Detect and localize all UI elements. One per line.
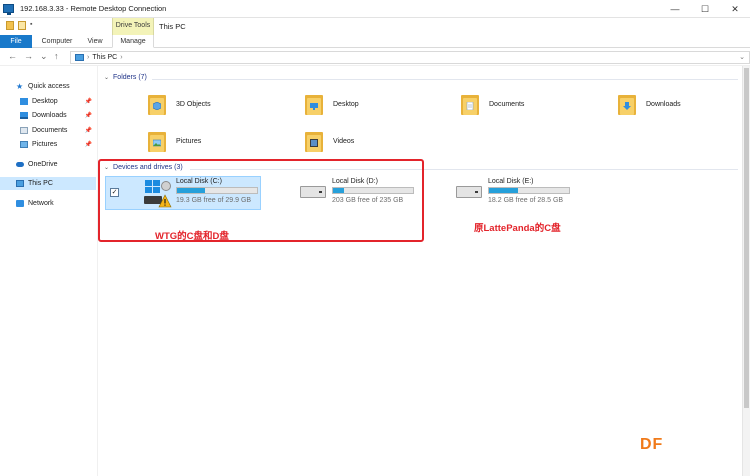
sidebar-item-label: This PC (28, 180, 53, 187)
drive-label: Local Disk (E:) (488, 178, 534, 185)
recent-locations-button[interactable]: ⌄ (40, 51, 48, 62)
address-dropdown-icon[interactable]: ⌄ (739, 53, 745, 61)
quick-access-toolbar: ▪ (6, 21, 36, 30)
pin-icon[interactable]: 📌 (85, 98, 92, 105)
computer-icon (16, 180, 24, 187)
sidebar-item-label: Documents (32, 127, 68, 134)
ribbon-tab-bar: File Computer View Manage (0, 35, 750, 48)
hard-drive-icon (456, 186, 482, 198)
sidebar-item-label: Downloads (32, 112, 67, 119)
sidebar-item-pictures[interactable]: Pictures 📌 (0, 138, 96, 151)
sidebar-item-this-pc[interactable]: This PC (0, 177, 96, 190)
pictures-folder-icon (148, 130, 166, 152)
sidebar-item-onedrive[interactable]: OneDrive (0, 158, 96, 171)
explorer-title-bar: ▪ Drive Tools This PC (0, 18, 750, 35)
folder-downloads[interactable]: Downloads (618, 89, 681, 119)
pin-icon[interactable]: 📌 (85, 112, 92, 119)
folders-group-label: Folders (7) (113, 74, 147, 81)
pin-icon[interactable]: 📌 (85, 141, 92, 148)
breadcrumb-chevron[interactable]: › (120, 54, 122, 61)
pin-icon[interactable]: 📌 (85, 127, 92, 134)
up-button[interactable]: ↑ (54, 51, 59, 61)
sidebar-item-label: Desktop (32, 98, 58, 105)
folder-documents[interactable]: Documents (461, 89, 524, 119)
sidebar-item-desktop[interactable]: Desktop 📌 (0, 95, 96, 108)
vertical-scrollbar[interactable] (742, 66, 750, 476)
pictures-icon (20, 141, 28, 148)
sidebar-item-documents[interactable]: Documents 📌 (0, 124, 96, 137)
capacity-fill (489, 188, 518, 193)
remote-desktop-icon (3, 4, 14, 15)
downloads-folder-icon (618, 93, 636, 115)
tab-file[interactable]: File (0, 35, 32, 48)
documents-icon (20, 127, 28, 134)
folder-label: 3D Objects (176, 100, 211, 108)
sidebar-item-quick-access[interactable]: ★ Quick access (0, 80, 96, 93)
desktop-folder-icon (305, 93, 323, 115)
folder-3d-objects[interactable]: 3D Objects (148, 89, 211, 119)
this-pc-icon (75, 54, 84, 61)
folder-label: Desktop (333, 100, 359, 108)
folder-label: Documents (489, 100, 525, 108)
downloads-icon (20, 112, 28, 119)
documents-folder-icon (461, 93, 479, 115)
collapse-chevron-icon[interactable]: ⌄ (104, 74, 109, 81)
folder-desktop[interactable]: Desktop (305, 89, 359, 119)
navigation-bar: ← → ⌄ ↑ › This PC › ⌄ (0, 48, 750, 66)
breadcrumb-this-pc[interactable]: This PC (92, 54, 117, 61)
tab-view[interactable]: View (82, 35, 108, 48)
folder-videos[interactable]: Videos (305, 126, 354, 156)
rdp-title-bar: 192.168.3.33 - Remote Desktop Connection… (0, 0, 750, 18)
network-icon (16, 200, 24, 207)
forward-button[interactable]: → (24, 51, 33, 61)
drive-tools-context-tab: Drive Tools (112, 18, 154, 35)
drive-e[interactable]: Local Disk (E:) 18.2 GB free of 28.5 GB (456, 178, 576, 212)
folder-label: Downloads (646, 100, 681, 108)
watermark: DF (640, 436, 664, 453)
minimize-button[interactable]: — (660, 0, 690, 18)
free-space-text: 18.2 GB free of 28.5 GB (488, 197, 564, 204)
back-button[interactable]: ← (8, 51, 17, 61)
onedrive-cloud-icon (16, 162, 24, 167)
address-bar[interactable]: › This PC › ⌄ (70, 51, 750, 64)
annotation-original-drive: 原LattePanda的C盘 (474, 223, 561, 234)
maximize-button[interactable]: ☐ (690, 0, 720, 18)
sidebar-item-label: Network (28, 200, 54, 207)
explorer-window-title: This PC (159, 22, 186, 31)
annotation-wtg: WTG的C盘和D盘 (155, 231, 229, 242)
group-divider (152, 79, 738, 80)
videos-folder-icon (305, 130, 323, 152)
folder-pictures[interactable]: Pictures (148, 126, 201, 156)
sidebar-item-label: Pictures (32, 141, 58, 148)
sidebar-item-network[interactable]: Network (0, 197, 96, 210)
tab-manage[interactable]: Manage (112, 35, 154, 48)
folder-label: Videos (333, 137, 355, 145)
star-icon: ★ (16, 82, 24, 91)
3d-objects-folder-icon (148, 93, 166, 115)
close-button[interactable]: ✕ (720, 0, 750, 18)
folder-icon[interactable] (6, 21, 14, 30)
annotation-highlight-box (98, 159, 424, 242)
breadcrumb-separator[interactable]: › (87, 54, 89, 61)
folder-label: Pictures (176, 137, 202, 145)
navigation-pane: ★ Quick access Desktop 📌 Downloads 📌 Doc… (0, 66, 98, 476)
sidebar-item-downloads[interactable]: Downloads 📌 (0, 109, 96, 122)
rdp-window-title: 192.168.3.33 - Remote Desktop Connection (20, 4, 167, 13)
desktop-icon (20, 98, 28, 105)
properties-icon[interactable] (18, 21, 26, 30)
folders-group-header[interactable]: ⌄ Folders (7) (104, 74, 147, 81)
sidebar-item-label: OneDrive (28, 161, 58, 168)
new-folder-icon[interactable]: ▪ (30, 21, 36, 30)
tab-computer[interactable]: Computer (36, 35, 78, 48)
scrollbar-thumb[interactable] (744, 68, 749, 408)
capacity-bar (488, 187, 570, 194)
sidebar-item-label: Quick access (28, 83, 70, 90)
